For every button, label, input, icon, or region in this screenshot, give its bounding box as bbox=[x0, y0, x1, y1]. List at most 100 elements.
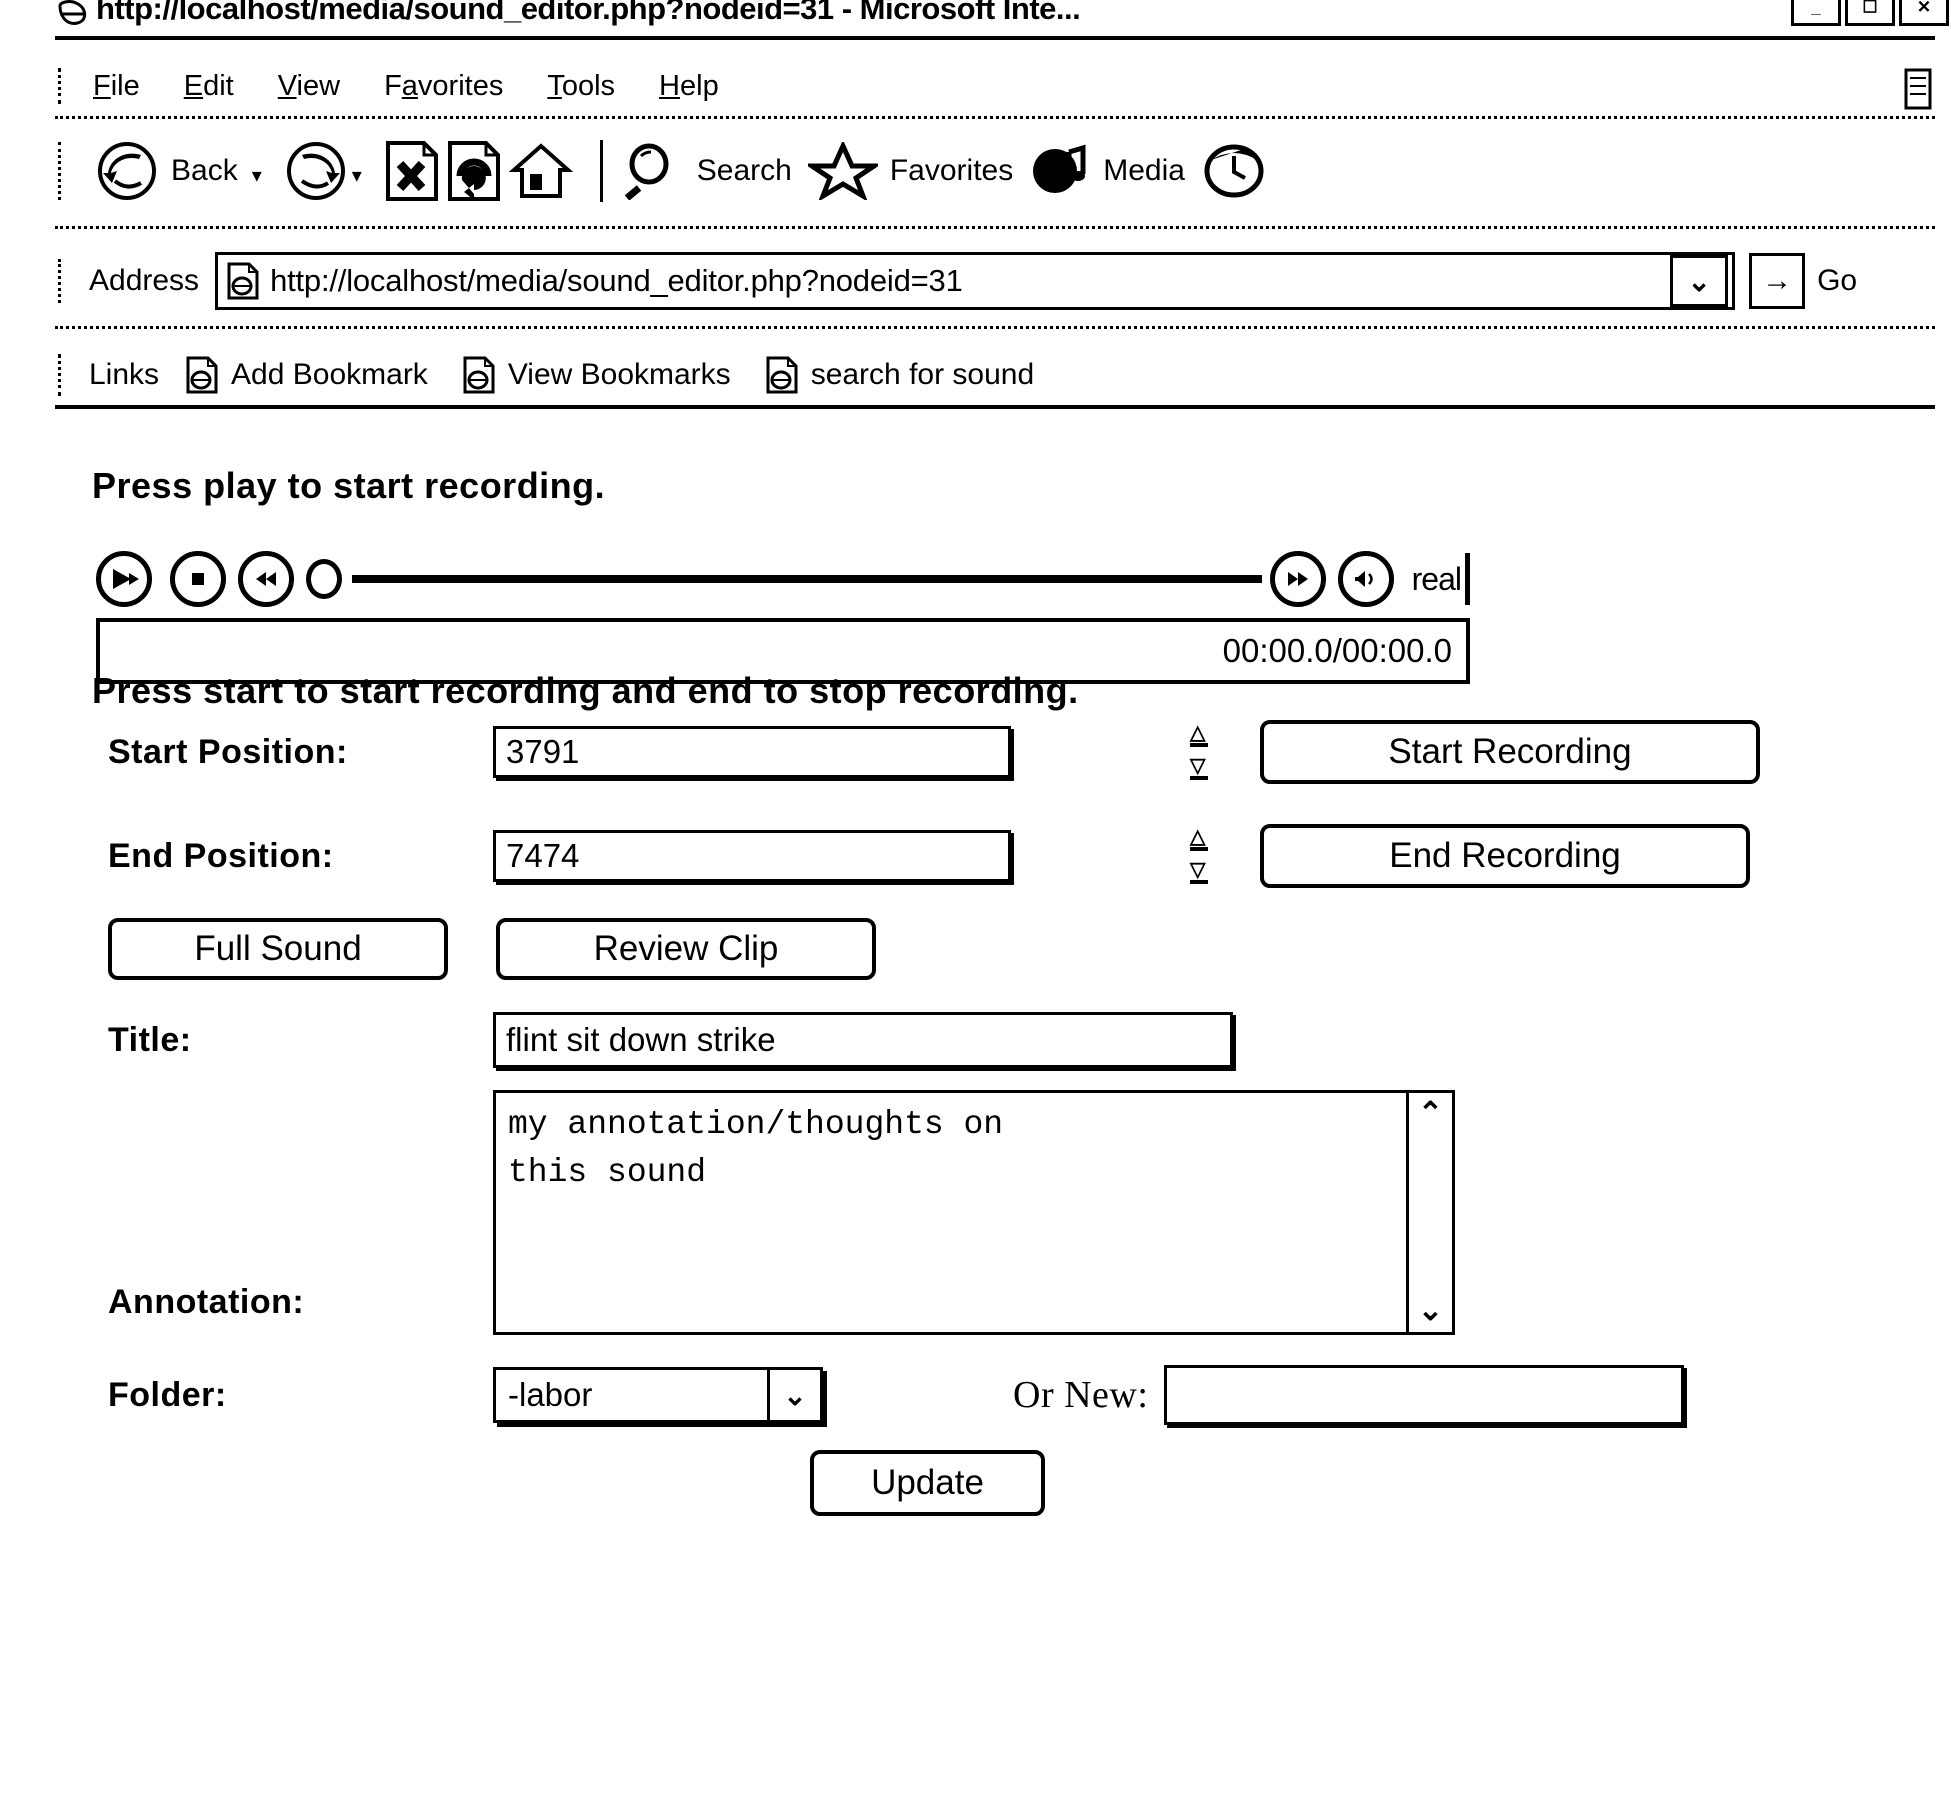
end-position-label: End Position: bbox=[108, 836, 334, 875]
close-button[interactable]: ✕ bbox=[1899, 0, 1949, 26]
refresh-page-icon bbox=[446, 140, 502, 202]
favorites-label: Favorites bbox=[889, 154, 1014, 187]
favorites-button[interactable]: Favorites bbox=[807, 142, 1023, 200]
stepper-up-icon[interactable]: △ bbox=[1190, 827, 1208, 851]
menubar-divider bbox=[55, 116, 1935, 119]
end-recording-label: End Recording bbox=[1389, 836, 1621, 875]
start-position-row: Start Position: 3791 △ ▽ Start Recording bbox=[108, 720, 1760, 784]
position-slider-knob[interactable] bbox=[306, 559, 342, 599]
folder-select[interactable]: -labor ⌄ bbox=[493, 1367, 823, 1423]
end-position-stepper[interactable]: △ ▽ bbox=[1186, 827, 1212, 884]
link-view-bookmarks[interactable]: View Bookmarks bbox=[462, 356, 731, 394]
back-arrow-icon bbox=[95, 139, 159, 203]
media-player: real 00:00.0/00:00.0 bbox=[96, 550, 1470, 684]
search-button[interactable]: Search bbox=[623, 142, 802, 200]
media-button[interactable]: Media bbox=[1029, 142, 1195, 200]
go-label: Go bbox=[1817, 264, 1858, 297]
volume-button[interactable] bbox=[1337, 551, 1394, 607]
play-button[interactable] bbox=[96, 551, 152, 607]
or-new-input[interactable] bbox=[1164, 1365, 1685, 1425]
bookmark-page-icon bbox=[185, 356, 219, 394]
home-button[interactable] bbox=[508, 140, 574, 202]
menu-item-edit[interactable]: Edit bbox=[184, 70, 234, 103]
link-add-bookmark[interactable]: Add Bookmark bbox=[185, 356, 428, 394]
annotation-value: my annotation/thoughts on this sound bbox=[508, 1106, 1004, 1191]
window-controls: _ ☐ ✕ bbox=[1791, 0, 1949, 26]
home-icon bbox=[508, 140, 574, 202]
addressbar-gripper[interactable] bbox=[58, 259, 71, 303]
title-bar: http://localhost/media/sound_editor.php?… bbox=[58, 0, 1951, 32]
stepper-down-icon[interactable]: ▽ bbox=[1190, 756, 1208, 780]
start-position-stepper[interactable]: △ ▽ bbox=[1186, 723, 1212, 780]
stepper-down-icon[interactable]: ▽ bbox=[1190, 860, 1208, 884]
fast-forward-button[interactable] bbox=[1269, 551, 1326, 607]
toolbar-gripper[interactable] bbox=[58, 142, 71, 200]
full-sound-label: Full Sound bbox=[194, 929, 362, 968]
link-label-view-bookmarks: View Bookmarks bbox=[507, 358, 731, 391]
minimize-glyph: _ bbox=[1811, 0, 1821, 17]
folder-label: Folder: bbox=[108, 1375, 227, 1414]
menu-item-favorites[interactable]: Favorites bbox=[384, 70, 503, 103]
position-slider-track[interactable] bbox=[352, 575, 1262, 583]
clip-buttons-row: Full Sound Review Clip bbox=[108, 918, 876, 980]
link-label-search-for-sound: search for sound bbox=[810, 358, 1035, 391]
player-time-display: 00:00.0/00:00.0 bbox=[1222, 632, 1452, 669]
forward-dropdown-chevron-down-icon[interactable]: ▾ bbox=[352, 163, 362, 188]
address-input[interactable]: http://localhost/media/sound_editor.php?… bbox=[215, 252, 1736, 310]
toolbar-separator bbox=[599, 140, 603, 202]
scroll-down-chevron-icon[interactable]: ⌄ bbox=[1418, 1296, 1443, 1326]
menubar-gripper[interactable] bbox=[58, 68, 71, 104]
heading-press-start: Press start to start recording and end t… bbox=[92, 670, 1079, 711]
end-recording-button[interactable]: End Recording bbox=[1260, 824, 1750, 888]
magnifier-icon bbox=[623, 142, 685, 200]
stop-button[interactable] bbox=[384, 140, 440, 202]
player-edge bbox=[1465, 553, 1470, 605]
start-recording-button[interactable]: Start Recording bbox=[1260, 720, 1760, 784]
search-label: Search bbox=[696, 154, 792, 187]
menu-label-file: ile bbox=[110, 69, 140, 102]
realplayer-brand-label: real bbox=[1411, 560, 1462, 597]
refresh-button[interactable] bbox=[446, 140, 502, 202]
link-search-for-sound[interactable]: search for sound bbox=[765, 356, 1034, 394]
linksbar-gripper[interactable] bbox=[58, 354, 71, 396]
title-input[interactable]: flint sit down strike bbox=[493, 1012, 1233, 1068]
menu-item-file[interactable]: File bbox=[93, 70, 140, 103]
back-dropdown-chevron-down-icon[interactable]: ▾ bbox=[252, 163, 262, 188]
scroll-up-chevron-icon[interactable]: ⌃ bbox=[1418, 1099, 1443, 1129]
browser-toolbar: Back ▾ ▾ Search Favorites Media bbox=[58, 125, 1938, 217]
minimize-button[interactable]: _ bbox=[1791, 0, 1841, 26]
address-dropdown-chevron-down-icon[interactable]: ⌄ bbox=[1670, 255, 1729, 307]
annotation-textarea[interactable]: my annotation/thoughts on this sound ⌃ ⌄ bbox=[493, 1090, 1455, 1335]
title-label: Title: bbox=[108, 1020, 192, 1059]
stepper-up-icon[interactable]: △ bbox=[1190, 723, 1208, 747]
start-position-input[interactable]: 3791 bbox=[493, 726, 1011, 778]
end-position-input[interactable]: 7474 bbox=[493, 830, 1011, 882]
rewind-button[interactable] bbox=[238, 551, 294, 607]
update-button[interactable]: Update bbox=[810, 1450, 1045, 1516]
full-sound-button[interactable]: Full Sound bbox=[108, 918, 448, 980]
or-new-label: Or New: bbox=[1013, 1374, 1149, 1416]
update-label: Update bbox=[871, 1463, 984, 1502]
forward-button[interactable]: ▾ bbox=[284, 139, 378, 203]
history-clock-icon bbox=[1201, 142, 1267, 200]
title-row: Title: flint sit down strike bbox=[108, 1012, 1233, 1068]
titlebar-divider bbox=[55, 36, 1935, 40]
history-button[interactable] bbox=[1201, 142, 1267, 200]
back-button[interactable]: Back ▾ bbox=[95, 139, 278, 203]
go-button[interactable]: → bbox=[1749, 253, 1806, 309]
end-position-row: End Position: 7474 △ ▽ End Recording bbox=[108, 824, 1750, 888]
ie-logo-icon bbox=[58, 0, 88, 26]
menu-item-view[interactable]: View bbox=[278, 70, 340, 103]
end-position-value: 7474 bbox=[506, 837, 580, 874]
menu-item-tools[interactable]: Tools bbox=[547, 70, 615, 103]
maximize-button[interactable]: ☐ bbox=[1845, 0, 1895, 26]
menu-item-help[interactable]: Help bbox=[659, 70, 719, 103]
ie-animated-logo-icon bbox=[1902, 68, 1936, 110]
address-bar: Address http://localhost/media/sound_edi… bbox=[58, 250, 1951, 312]
address-url-text: http://localhost/media/sound_editor.php?… bbox=[270, 263, 963, 298]
review-clip-button[interactable]: Review Clip bbox=[496, 918, 876, 980]
annotation-scrollbar[interactable]: ⌃ ⌄ bbox=[1406, 1093, 1452, 1332]
address-label: Address bbox=[89, 264, 200, 297]
stop-button-player[interactable] bbox=[170, 551, 226, 607]
folder-chevron-down-icon[interactable]: ⌄ bbox=[767, 1370, 820, 1420]
